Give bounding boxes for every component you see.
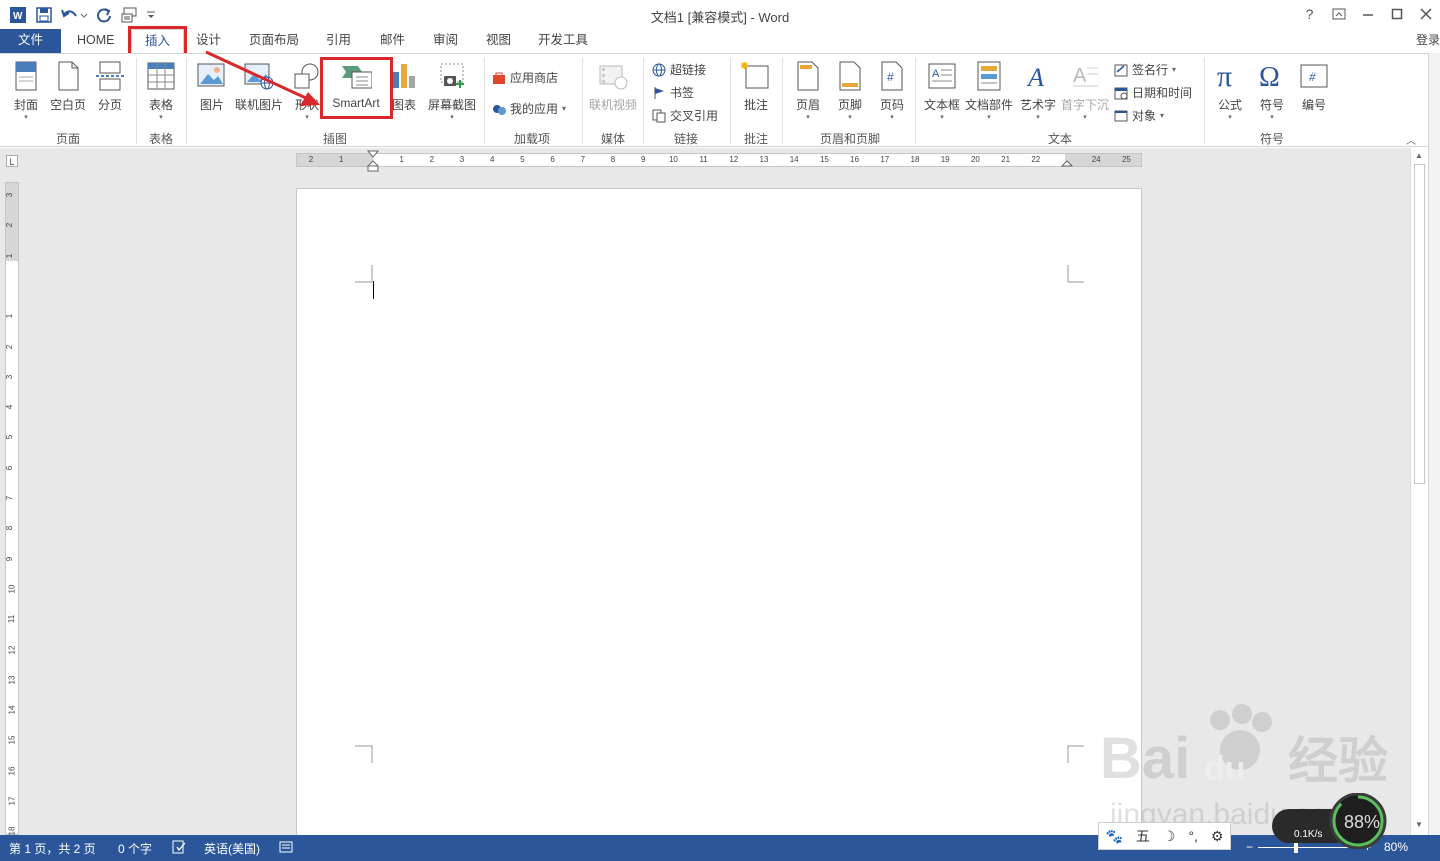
ruler-tick-label: 15 [819, 155, 829, 164]
ruler-tick-label: 2 [308, 155, 314, 164]
ruler-tick-label: 11 [7, 615, 17, 624]
ruler-tick-label: 8 [610, 155, 616, 164]
ruler-tick-label: 25 [1121, 155, 1131, 164]
ime-toolbar: 🐾 五 ☽ °, ⚙ [1098, 822, 1231, 850]
network-speed-widget: 0.1K/s 88% [1272, 793, 1387, 849]
ime-mode[interactable]: 五 [1136, 826, 1150, 846]
ruler-tick-label: 6 [550, 155, 555, 164]
ruler-tick-label: 13 [759, 155, 769, 164]
proofing-icon[interactable] [172, 840, 186, 857]
ruler-tick-label: 9 [640, 155, 646, 164]
moon-icon[interactable]: ☽ [1163, 828, 1176, 845]
ruler-tick-label: 8 [5, 526, 15, 531]
ruler-tick-label: 4 [489, 155, 495, 164]
ruler-tick-label: 15 [7, 735, 17, 745]
page-count[interactable]: 第 1 页，共 2 页 [9, 840, 96, 857]
ruler-tick-label: 1 [5, 253, 15, 258]
ruler-tick-label: 14 [7, 705, 17, 715]
svg-text:经验: 经验 [1288, 732, 1388, 790]
ruler-tick-label: 1 [5, 313, 15, 319]
language-indicator[interactable]: 英语(美国) [204, 840, 260, 857]
vertical-ruler[interactable]: 3 2 1 1 2 3 4 5 6 7 8 9 10 11 12 13 14 15 16 17 18 [5, 182, 19, 836]
ruler-tick-label: 3 [459, 155, 465, 164]
ruler-tick-label: 16 [7, 766, 17, 776]
ruler-tick-label: 6 [5, 465, 15, 470]
ruler-tick-label: 13 [7, 675, 17, 685]
ruler-tick-label: 2 [5, 223, 15, 228]
ruler-tick-label: 4 [5, 404, 15, 410]
ruler-tick-label: 1 [399, 155, 404, 164]
ruler-tick-label: 2 [429, 155, 435, 164]
document-page[interactable] [296, 188, 1142, 848]
ruler-tick-label: 5 [520, 155, 525, 164]
ruler-tick-label: 22 [1031, 155, 1041, 164]
ruler-tick-label: 21 [1001, 155, 1011, 164]
horizontal-ruler[interactable]: 2 1 1 2 3 4 5 6 7 8 9 10 11 12 13 14 15 16 17 18 19 20 21 22 24 2… [296, 150, 1142, 172]
scroll-up-icon[interactable]: ▲ [1415, 151, 1423, 160]
zoom-out-icon[interactable]: − [1246, 840, 1253, 854]
ruler-tick-label: 19 [940, 155, 950, 164]
tab-selector[interactable]: L [6, 155, 18, 167]
svg-text:0.1K/s: 0.1K/s [1294, 829, 1322, 840]
crop-mark-top-right [1067, 265, 1084, 283]
ruler-tick-label: 18 [910, 155, 920, 164]
svg-text:du: du [1204, 750, 1246, 788]
ruler-tick-label: 12 [7, 645, 17, 654]
punctuation-icon[interactable]: °, [1188, 828, 1198, 844]
crop-mark-top-left [355, 265, 373, 283]
ruler-tick-label: 20 [970, 155, 980, 164]
ruler-tick-label: 5 [5, 435, 15, 440]
ruler-tick-label: 10 [7, 584, 17, 594]
ruler-tick-label: 12 [729, 155, 739, 164]
ruler-tick-label: 14 [789, 155, 799, 164]
indent-marker-icon[interactable] [367, 150, 379, 172]
ruler-tick-label: 17 [7, 796, 17, 806]
ruler-tick-label: 7 [5, 495, 15, 501]
svg-text:88%: 88% [1344, 812, 1380, 832]
ruler-tick-label: 3 [5, 192, 15, 198]
text-cursor [373, 281, 374, 299]
scrollbar-thumb[interactable] [1414, 164, 1425, 484]
ruler-tick-label: 10 [668, 155, 678, 164]
baidu-paw-icon[interactable]: 🐾 [1105, 828, 1122, 845]
ruler-tick-label: 17 [880, 155, 890, 164]
crop-mark-bottom-right [1067, 745, 1084, 763]
ruler-tick-label: 11 [699, 155, 708, 164]
ruler-tick-label: 9 [5, 556, 15, 561]
word-count[interactable]: 0 个字 [118, 840, 152, 857]
right-indent-marker-icon[interactable] [1061, 158, 1073, 168]
ruler-tick-label: 2 [5, 344, 15, 349]
crop-mark-bottom-left [355, 745, 373, 763]
ruler-tick-label: 3 [5, 374, 15, 380]
ruler-tick-label: 7 [580, 155, 586, 164]
macro-record-icon[interactable] [279, 840, 293, 857]
window-edge [1428, 53, 1440, 835]
ruler-tick-label: 1 [338, 155, 344, 164]
ruler-tick-label: 24 [1091, 155, 1101, 164]
settings-gear-icon[interactable]: ⚙ [1211, 828, 1224, 845]
ruler-tick-label: 16 [850, 155, 860, 164]
svg-text:Bai: Bai [1100, 726, 1190, 791]
